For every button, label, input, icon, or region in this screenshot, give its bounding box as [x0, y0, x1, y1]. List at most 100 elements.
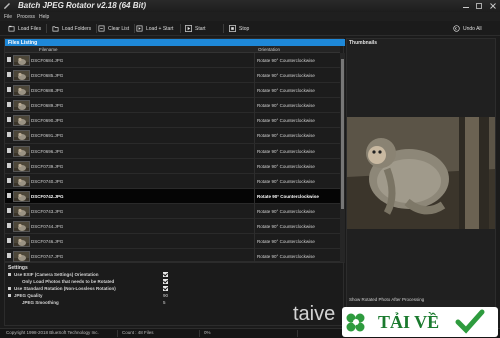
thumbnail-image [14, 176, 29, 186]
row-marker[interactable] [7, 192, 11, 198]
row-marker[interactable] [7, 57, 11, 62]
row-marker[interactable] [7, 177, 11, 183]
file-row[interactable]: DSCF0691.JPG Rotate 90° Counterclockwise [5, 128, 340, 144]
setting-jpeg-quality-value[interactable]: 90 [163, 293, 168, 298]
file-name: DSCF0688.JPG [31, 88, 64, 94]
toolbar-divider [223, 24, 224, 33]
setting-exif-checkbox[interactable] [163, 272, 168, 277]
file-name: DSCF0743.JPG [31, 208, 64, 214]
file-row[interactable]: DSCF0740.JPG Rotate 90° Counterclockwise [5, 173, 340, 189]
settings-title: Settings [8, 265, 28, 271]
status-copyright: Copyright 1998-2018 BlueSoft Technology … [4, 330, 118, 337]
file-orientation: Rotate 90° Counterclockwise [257, 208, 315, 214]
setting-jpeg-quality-label: JPEG Quality [14, 293, 43, 298]
file-row[interactable]: DSCF0689.JPG Rotate 90° Counterclockwise [5, 98, 340, 114]
column-filename[interactable]: Filename [5, 46, 255, 53]
row-marker[interactable] [7, 87, 11, 93]
file-orientation: Rotate 90° Counterclockwise [257, 148, 315, 154]
load-files-icon [8, 25, 15, 32]
file-row[interactable]: DSCF0690.JPG Rotate 90° Counterclockwise [5, 113, 340, 129]
file-row[interactable]: DSCF0684.JPG Rotate 90° Counterclockwise [5, 53, 340, 69]
row-marker[interactable] [7, 147, 11, 153]
files-listing-header: Files Listing [5, 39, 345, 46]
file-name: DSCF0747.JPG [31, 254, 64, 260]
load-start-button[interactable]: Load + Start [136, 23, 173, 34]
maximize-icon[interactable] [475, 2, 483, 10]
load-files-label: Load Files [18, 25, 42, 32]
column-orientation[interactable]: Orientation [255, 46, 340, 53]
minimize-icon[interactable] [462, 2, 470, 10]
setting-only-load-checkbox[interactable] [163, 279, 168, 284]
load-folders-button[interactable]: Load Folders [52, 23, 91, 34]
file-row[interactable]: DSCF0742.JPG Rotate 90° Counterclockwise [5, 188, 340, 204]
setting-bullet [8, 273, 11, 276]
thumbnail-image [14, 252, 29, 262]
row-marker[interactable] [7, 162, 11, 168]
svg-text:taive: taive [293, 303, 335, 325]
setting-only-load[interactable]: Only Load Photos that needs to be Rotate… [8, 279, 338, 285]
setting-jpeg-smoothing[interactable]: JPEG Smoothing 5 [8, 300, 338, 306]
row-marker[interactable] [7, 132, 11, 138]
clear-list-button[interactable]: Clear List [98, 23, 129, 34]
file-list-scrollbar[interactable] [340, 53, 345, 263]
start-button[interactable]: Start [185, 23, 206, 34]
file-row[interactable]: DSCF0743.JPG Rotate 90° Counterclockwise [5, 203, 340, 220]
file-thumbnail [13, 160, 30, 172]
column-filename-label: Filename [39, 47, 58, 52]
setting-standard-rotation[interactable]: Use Standard Rotation (Non-Lossless Rota… [8, 286, 338, 292]
row-marker[interactable] [7, 102, 11, 108]
folder-icon [52, 26, 59, 32]
row-marker[interactable] [7, 238, 11, 244]
menu-help[interactable]: Help [39, 14, 49, 20]
file-list[interactable]: DSCF0684.JPG Rotate 90° Counterclockwise D… [5, 53, 340, 263]
clear-list-label: Clear List [108, 25, 130, 32]
title-bar: Batch JPEG Rotator v2.18 (64 Bit) [0, 0, 500, 12]
file-row[interactable]: DSCF0685.JPG Rotate 90° Counterclockwise [5, 68, 340, 84]
file-row[interactable]: DSCF0747.JPG Rotate 90° Counterclockwise [5, 249, 340, 263]
menu-file[interactable]: File [4, 14, 12, 20]
file-thumbnail [13, 130, 30, 142]
file-thumbnail [13, 236, 30, 248]
thumbnail-image [14, 191, 29, 201]
status-count: Count : 48 Files [120, 330, 200, 337]
file-thumbnail [13, 85, 30, 97]
setting-exif-label: Use EXIF (Camera Settings) Orientation [14, 272, 99, 277]
toolbar-divider [46, 24, 47, 33]
file-name: DSCF0739.JPG [31, 163, 64, 169]
scrollbar-thumb[interactable] [341, 59, 344, 209]
stop-button[interactable]: Stop [229, 23, 249, 34]
row-marker[interactable] [7, 253, 11, 259]
file-row[interactable]: DSCF0739.JPG Rotate 90° Counterclockwise [5, 158, 340, 174]
file-thumbnail [13, 145, 30, 157]
toolbar-divider [180, 24, 181, 33]
row-marker[interactable] [7, 117, 11, 123]
row-marker[interactable] [7, 207, 11, 213]
thumbnail-image [14, 222, 29, 232]
toolbar: Load Files Load Folders Clear List Load … [0, 21, 500, 36]
clear-list-icon [98, 25, 105, 32]
close-icon[interactable] [489, 2, 497, 10]
load-folders-label: Load Folders [62, 25, 92, 32]
setting-bullet [8, 287, 11, 290]
setting-exif[interactable]: Use EXIF (Camera Settings) Orientation [8, 272, 338, 278]
file-orientation: Rotate 90° Counterclockwise [257, 73, 315, 79]
column-divider [254, 188, 255, 204]
file-row[interactable]: DSCF0744.JPG Rotate 90° Counterclockwise [5, 219, 340, 235]
file-name: DSCF0746.JPG [31, 239, 64, 245]
row-marker[interactable] [7, 223, 11, 229]
file-row[interactable]: DSCF0688.JPG Rotate 90° Counterclockwise [5, 83, 340, 99]
load-files-button[interactable]: Load Files [8, 23, 41, 34]
watermark-logo: taive TẢI VỀ [290, 292, 500, 338]
column-divider [254, 173, 255, 189]
menu-process[interactable]: Process [17, 14, 35, 20]
thumbnail-image [14, 237, 29, 247]
setting-jpeg-smoothing-value[interactable]: 5 [163, 300, 166, 305]
undo-all-button[interactable]: Undo All [453, 23, 482, 34]
file-row[interactable]: DSCF0746.JPG Rotate 90° Counterclockwise [5, 234, 340, 250]
row-marker[interactable] [7, 72, 11, 78]
setting-standard-rotation-checkbox[interactable] [163, 286, 168, 291]
setting-standard-rotation-label: Use Standard Rotation (Non-Lossless Rota… [14, 286, 116, 291]
setting-jpeg-quality[interactable]: JPEG Quality 90 [8, 293, 338, 299]
thumbnails-panel: Thumbnails Show Rotated Photo After Proc… [346, 38, 496, 326]
file-row[interactable]: DSCF0696.JPG Rotate 90° Counterclockwise [5, 143, 340, 159]
